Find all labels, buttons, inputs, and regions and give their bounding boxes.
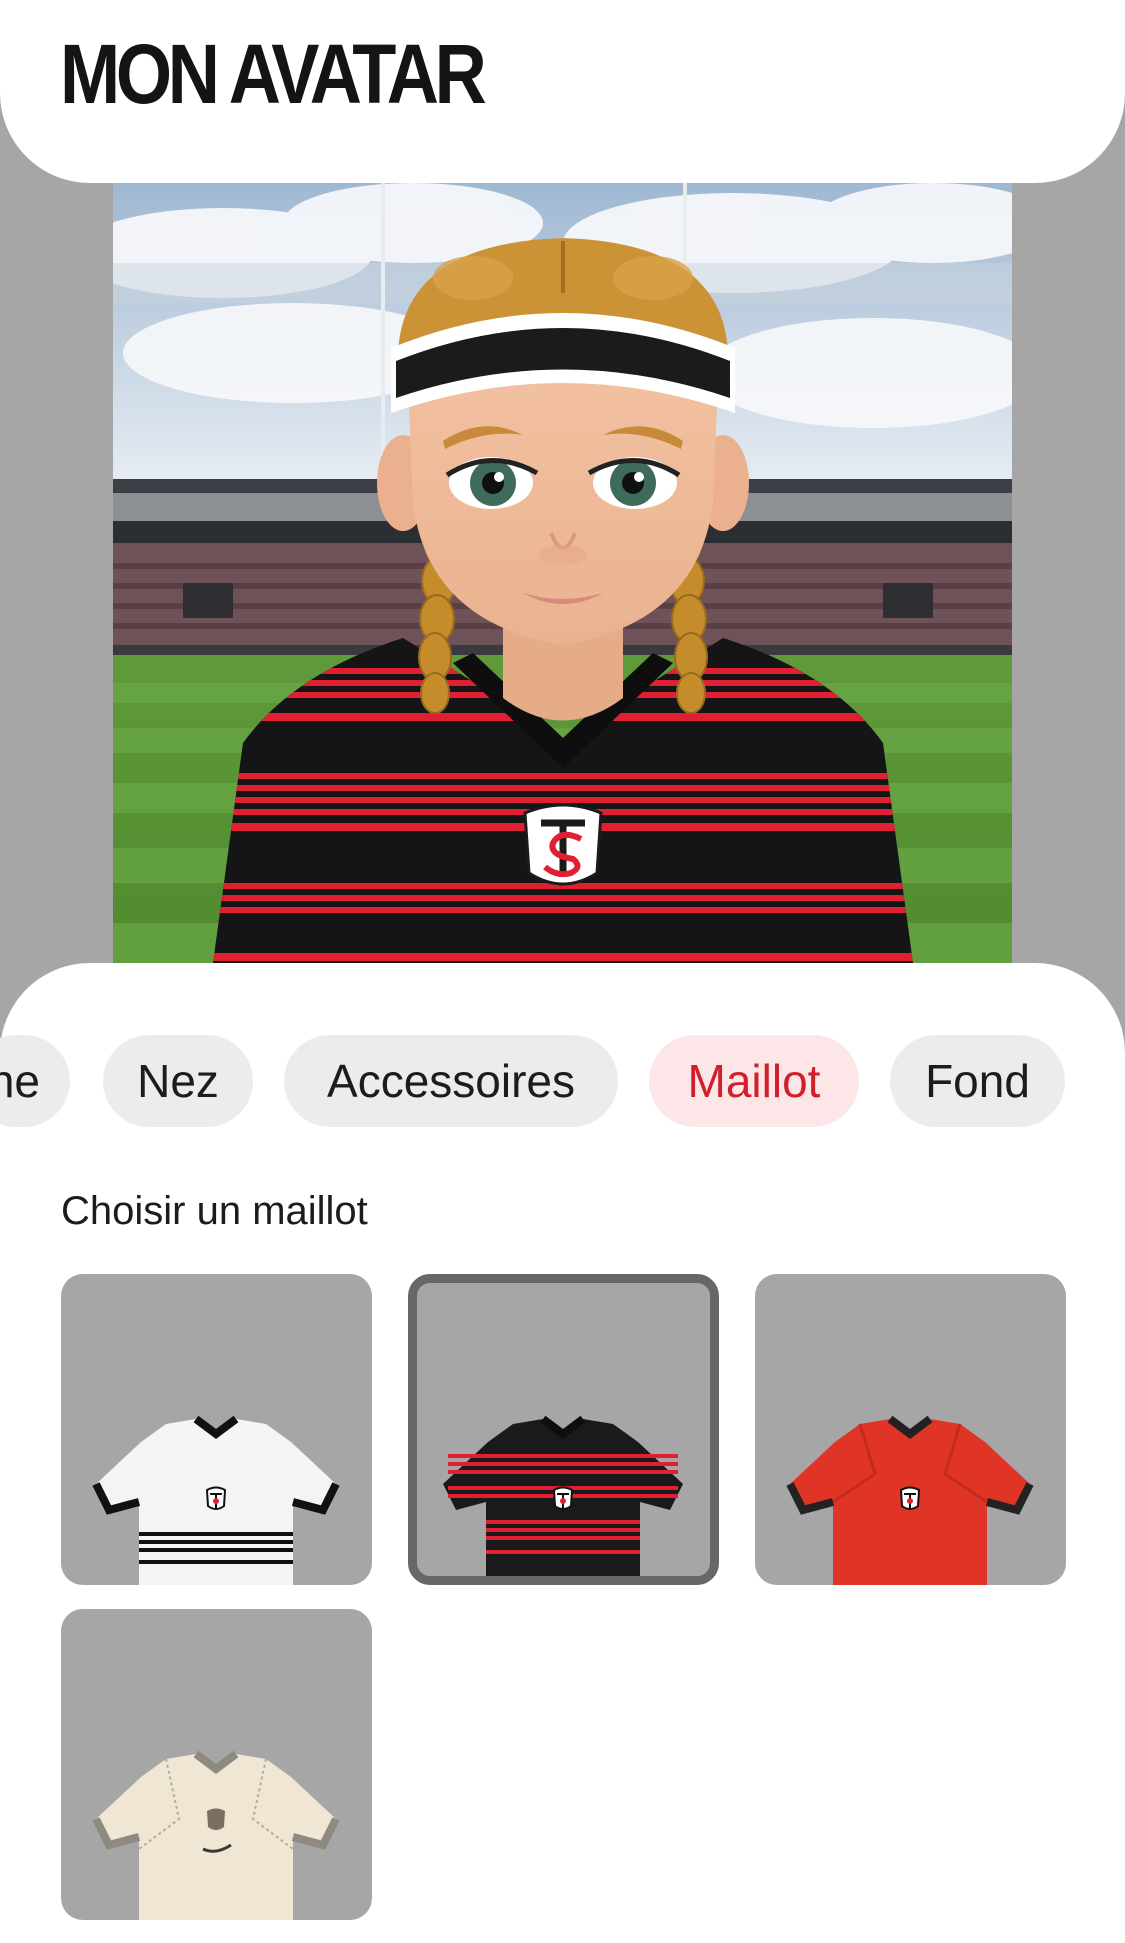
tab-label: Fond — [925, 1055, 1030, 1107]
tab-label: he — [0, 1055, 40, 1107]
tab-nez[interactable]: Nez — [103, 1035, 253, 1127]
jersey-option-black-red[interactable] — [408, 1274, 719, 1585]
tab-label: Nez — [137, 1055, 219, 1107]
red-jersey-icon — [786, 1415, 1034, 1585]
section-label: Choisir un maillot — [61, 1189, 368, 1233]
tab-maillot[interactable]: Maillot — [649, 1035, 859, 1127]
striped-jersey-icon — [443, 1415, 683, 1576]
tab-accessoires[interactable]: Accessoires — [284, 1035, 618, 1127]
page-title: MON AVATAR — [60, 27, 487, 121]
jersey-crest — [523, 803, 603, 886]
white-jersey-icon — [92, 1415, 340, 1585]
jersey-option-white[interactable] — [61, 1274, 372, 1585]
avatar-preview — [113, 183, 1012, 963]
category-tabs: he Nez Accessoires Maillot Fond — [0, 1035, 1125, 1127]
tab-label: Accessoires — [327, 1055, 575, 1107]
header: MON AVATAR — [0, 0, 1125, 183]
cream-jersey-icon — [92, 1750, 340, 1920]
tab-label: Maillot — [687, 1055, 821, 1107]
customization-panel: he Nez Accessoires Maillot Fond Choisir … — [0, 963, 1125, 1943]
jersey-option-red[interactable] — [755, 1274, 1066, 1585]
app-root: MON AVATAR he Nez Accessoires Maillot Fo… — [0, 0, 1125, 1943]
jersey-option-cream[interactable] — [61, 1609, 372, 1920]
tab-fond[interactable]: Fond — [890, 1035, 1065, 1127]
tab-previous-category[interactable]: he — [0, 1035, 70, 1127]
